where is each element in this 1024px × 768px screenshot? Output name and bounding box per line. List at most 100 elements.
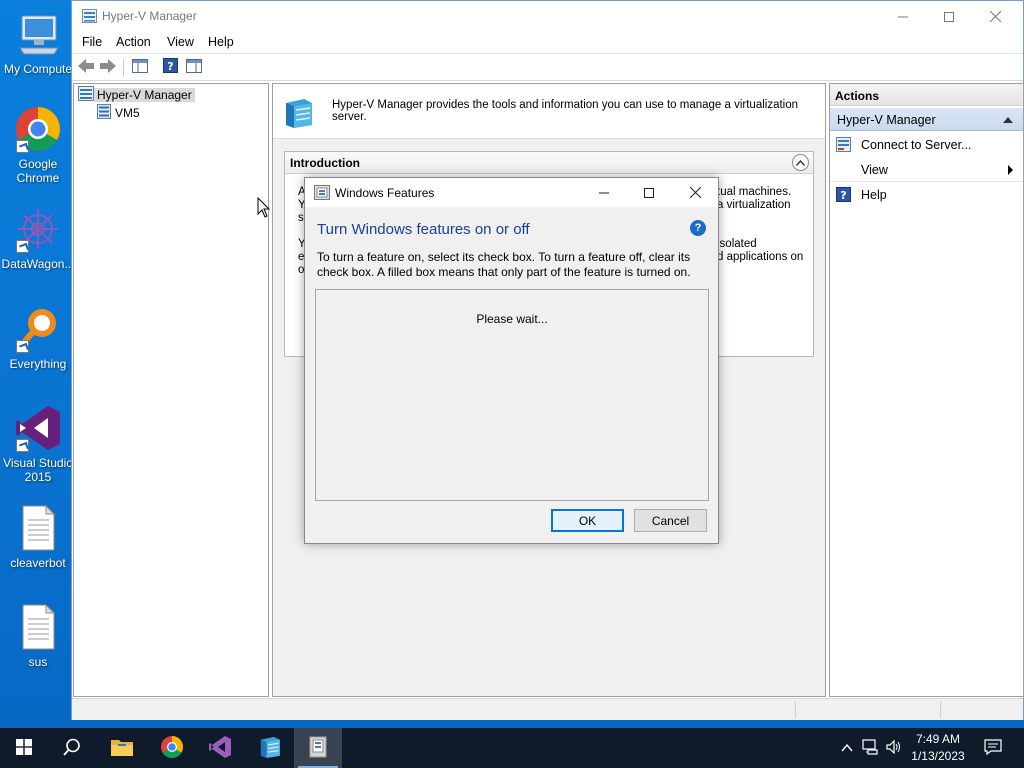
actions-title: Actions	[835, 89, 880, 103]
cancel-button[interactable]: Cancel	[634, 509, 707, 532]
menu-view[interactable]: View	[167, 35, 194, 49]
visual-studio-icon	[208, 735, 232, 762]
desktop-icon-visual-studio[interactable]: Visual Studio 2015	[0, 404, 76, 484]
show-hide-console-tree-button[interactable]	[130, 58, 150, 76]
notification-icon	[984, 738, 1002, 758]
window-title: Hyper-V Manager	[102, 9, 197, 23]
status-bar	[72, 698, 1023, 720]
taskbar-visual-studio[interactable]	[196, 728, 244, 768]
datawagon-icon	[14, 205, 62, 253]
desktop-icon-everything[interactable]: Everything	[0, 305, 76, 371]
action-pane-icon	[186, 58, 202, 76]
menu-file[interactable]: File	[82, 35, 102, 49]
windows-features-icon	[307, 736, 329, 761]
svg-text:?: ?	[840, 189, 846, 202]
computer-icon	[14, 10, 62, 58]
server-connect-icon	[836, 137, 851, 152]
shortcut-arrow-icon	[16, 140, 29, 153]
minimize-button[interactable]	[880, 1, 926, 32]
close-button[interactable]	[972, 1, 1018, 32]
actions-section-hyper-v-manager[interactable]: Hyper-V Manager	[830, 108, 1023, 131]
menu-action[interactable]: Action	[116, 35, 151, 49]
taskbar-windows-features[interactable]	[294, 728, 342, 768]
start-button[interactable]	[0, 728, 48, 768]
dialog-close-button[interactable]	[673, 178, 717, 207]
chevron-up-icon	[796, 159, 805, 166]
results-header: Hyper-V Manager provides the tools and i…	[273, 84, 825, 139]
server-icon	[96, 103, 112, 122]
forward-button[interactable]	[98, 58, 118, 76]
dialog-title: Windows Features	[335, 186, 435, 200]
mouse-cursor-icon	[257, 196, 271, 219]
collapse-section-button[interactable]	[792, 154, 809, 171]
action-view[interactable]: View	[830, 158, 1023, 182]
dialog-description-line-1: To turn a feature on, select its check b…	[317, 250, 691, 264]
features-tree[interactable]: Please wait...	[315, 289, 709, 501]
desktop-icon-google-chrome[interactable]: Google Chrome	[0, 105, 76, 185]
folder-icon	[110, 737, 134, 760]
console-tree-pane: Hyper-V Manager VM5	[73, 83, 269, 697]
windows-features-dialog: Windows Features Turn Windows features o…	[304, 177, 719, 544]
windows-features-icon	[314, 185, 330, 200]
hyper-v-app-icon	[82, 9, 97, 23]
arrow-right-icon	[100, 58, 116, 76]
taskbar-clock[interactable]: 7:49 AM 1/13/2023	[905, 731, 971, 765]
maximize-button[interactable]	[926, 1, 972, 32]
show-hide-action-pane-button[interactable]	[184, 58, 204, 76]
help-toolbar-button[interactable]: ?	[160, 58, 180, 76]
menu-help[interactable]: Help	[208, 35, 234, 49]
hyper-v-server-icon	[282, 97, 315, 129]
window-title-bar[interactable]: Hyper-V Manager	[72, 1, 1023, 32]
toolbar: ?	[72, 54, 1023, 81]
shortcut-arrow-icon	[16, 240, 29, 253]
speaker-icon	[886, 739, 902, 757]
arrow-left-icon	[78, 58, 94, 76]
action-connect-to-server[interactable]: Connect to Server...	[830, 133, 1023, 157]
overview-description: Hyper-V Manager provides the tools and i…	[332, 99, 799, 123]
taskbar-file-explorer[interactable]	[98, 728, 146, 768]
back-button[interactable]	[76, 58, 96, 76]
loading-status: Please wait...	[476, 312, 548, 326]
help-icon[interactable]: ?	[690, 220, 706, 236]
collapse-triangle-icon	[1003, 117, 1013, 123]
search-button[interactable]	[48, 728, 96, 768]
network-tray-button[interactable]	[860, 728, 882, 768]
help-icon: ?	[836, 187, 851, 202]
tree-item-vm5[interactable]: VM5	[96, 103, 143, 122]
svg-text:?: ?	[167, 60, 173, 73]
desktop-icon-cleaverbot[interactable]: cleaverbot	[0, 504, 76, 570]
everything-search-icon	[14, 305, 62, 353]
menu-bar: File Action View Help	[72, 32, 1023, 54]
volume-tray-button[interactable]	[884, 728, 904, 768]
intro-text-fragment: d applications on	[717, 251, 804, 263]
chrome-icon	[14, 105, 62, 153]
action-center-button[interactable]	[978, 728, 1008, 768]
actions-section-title: Hyper-V Manager	[837, 113, 936, 127]
hyper-v-manager-icon	[78, 85, 94, 104]
submenu-arrow-icon	[1008, 165, 1013, 175]
console-tree-icon	[132, 58, 148, 76]
dialog-heading: Turn Windows features on or off	[317, 221, 530, 238]
desktop-icon-datawagon[interactable]: DataWagon...	[0, 205, 76, 271]
tree-item-hyper-v-manager[interactable]: Hyper-V Manager	[78, 85, 195, 104]
dialog-title-bar[interactable]: Windows Features	[305, 178, 718, 207]
actions-header: Actions	[830, 84, 1023, 106]
taskbar-hyper-v-manager[interactable]	[246, 728, 294, 768]
hyper-v-server-icon	[258, 735, 282, 762]
intro-text-fragment: a virtualization	[717, 199, 791, 211]
dialog-minimize-button[interactable]	[582, 178, 626, 207]
text-file-icon	[14, 603, 62, 651]
help-book-icon: ?	[162, 58, 178, 76]
show-hidden-icons-button[interactable]	[838, 728, 856, 768]
visual-studio-icon	[14, 404, 62, 452]
introduction-header: Introduction	[285, 152, 813, 174]
desktop-icon-sus[interactable]: sus	[0, 603, 76, 669]
chrome-icon	[160, 735, 184, 762]
shortcut-arrow-icon	[16, 439, 29, 452]
ok-button[interactable]: OK	[551, 509, 624, 532]
taskbar-chrome[interactable]	[148, 728, 196, 768]
dialog-maximize-button[interactable]	[627, 178, 671, 207]
text-file-icon	[14, 504, 62, 552]
action-help[interactable]: ? Help	[830, 183, 1023, 207]
desktop-icon-my-computer[interactable]: My Compute	[0, 10, 76, 76]
